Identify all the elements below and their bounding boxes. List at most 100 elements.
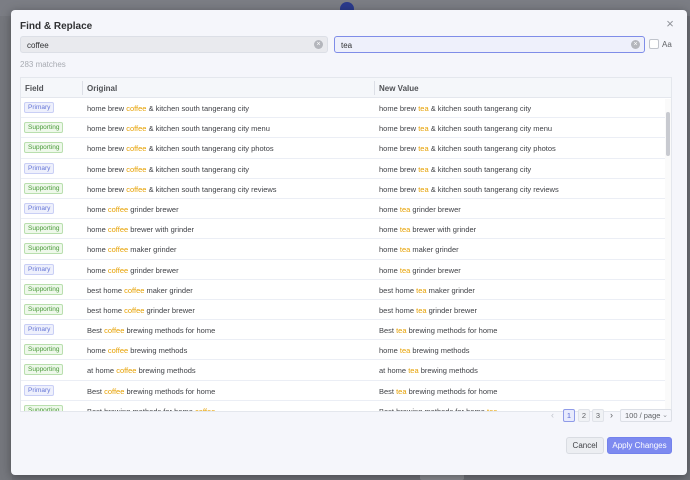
highlighted-term: coffee (104, 386, 125, 396)
table-body: Primary home brew coffee & kitchen south … (21, 98, 671, 412)
page-button-3[interactable]: 3 (592, 409, 604, 422)
text-after: brewing methods for home (406, 386, 498, 396)
field-badge: Supporting (24, 283, 64, 295)
field-cell: Primary (24, 202, 55, 214)
text-after: & kitchen south tangerang city menu (428, 124, 553, 134)
highlighted-term: coffee (107, 245, 129, 255)
highlighted-term: coffee (107, 225, 129, 235)
original-cell: home coffee grinder brewer (87, 205, 179, 214)
text-before: home (87, 204, 108, 214)
highlighted-term: tea (418, 124, 429, 134)
clear-replace-icon[interactable]: × (631, 40, 640, 49)
text-before: at home (87, 366, 117, 376)
text-before: Best (379, 326, 397, 336)
find-input[interactable] (27, 40, 307, 50)
table-row: Primary home brew coffee & kitchen south … (21, 98, 671, 119)
field-badge: Primary (24, 102, 55, 113)
field-badge: Supporting (24, 243, 64, 255)
field-cell: Supporting (24, 223, 64, 235)
table-row: Primary Best coffee brewing methods for h… (21, 320, 671, 341)
text-before: home brew (87, 144, 127, 154)
field-badge: Supporting (24, 182, 64, 194)
text-before: at home (379, 366, 409, 376)
page-button-1[interactable]: 1 (563, 409, 575, 422)
text-after: brewing methods (128, 346, 188, 356)
highlighted-term: tea (416, 305, 427, 315)
match-case-checkbox[interactable] (649, 39, 659, 49)
replace-input[interactable] (341, 40, 621, 50)
close-icon[interactable]: × (664, 17, 676, 30)
field-badge: Primary (24, 162, 55, 174)
field-cell: Supporting (24, 364, 64, 376)
text-before: home (379, 265, 400, 275)
text-before: home (87, 346, 108, 356)
highlighted-term: coffee (126, 124, 147, 134)
text-before: home brew (379, 124, 419, 134)
table-row: Primary home coffee grinder brewer home te… (21, 199, 671, 220)
highlighted-term: coffee (116, 366, 137, 376)
highlighted-term: tea (418, 164, 429, 174)
text-after: & kitchen south tangerang city (146, 164, 250, 174)
text-before: home (379, 346, 400, 356)
field-badge: Primary (24, 324, 55, 336)
field-cell: Supporting (24, 142, 64, 154)
prev-page-icon[interactable]: ‹ (551, 410, 554, 420)
text-after: & kitchen south tangerang city photos (146, 144, 274, 154)
page-size-select[interactable]: 100 / page ⌄ (620, 409, 672, 422)
highlighted-term: coffee (104, 326, 125, 336)
field-badge: Supporting (24, 122, 64, 134)
field-cell: Supporting (24, 243, 64, 255)
text-before: home brew (379, 184, 419, 194)
new-value-cell: home brew tea & kitchen south tangerang … (379, 104, 531, 113)
text-after: & kitchen south tangerang city (428, 104, 532, 113)
text-after: brewing methods (410, 346, 470, 356)
find-replace-dialog: Find & Replace × × × Aa 283 matches Fiel… (11, 10, 687, 475)
original-cell: home brew coffee & kitchen south tangera… (87, 185, 277, 194)
text-after: grinder brewer (128, 204, 179, 214)
text-before: Best (87, 326, 105, 336)
chevron-down-icon: ⌄ (662, 412, 668, 419)
table-row: Supporting home brew coffee & kitchen sou… (21, 138, 671, 159)
table-header: Field Original New Value (21, 78, 671, 98)
highlighted-term: coffee (124, 285, 145, 295)
text-after: brewing methods (136, 366, 196, 376)
table-row: Primary home coffee grinder brewer home te… (21, 260, 671, 280)
new-value-cell: Best brewing methods for home tea (379, 406, 498, 412)
original-cell: best home coffee grinder brewer (87, 306, 195, 315)
highlighted-term: tea (486, 406, 498, 412)
text-before: best home (87, 305, 125, 315)
highlighted-term: coffee (126, 164, 147, 174)
new-value-cell: Best tea brewing methods for home (379, 326, 497, 335)
new-value-cell: best home tea maker grinder (379, 286, 475, 295)
field-cell: Supporting (24, 283, 64, 295)
field-badge: Supporting (24, 364, 64, 376)
text-after: & kitchen south tangerang city reviews (428, 184, 559, 194)
find-field[interactable]: × (20, 36, 328, 53)
field-badge: Supporting (24, 404, 64, 411)
new-value-cell: home brew tea & kitchen south tangerang … (379, 144, 556, 153)
field-cell: Supporting (24, 182, 64, 194)
original-cell: Best coffee brewing methods for home (87, 326, 215, 335)
next-page-icon[interactable]: › (610, 410, 613, 420)
text-before: home brew (379, 164, 419, 174)
highlighted-term: tea (418, 144, 429, 154)
table-row: Supporting home coffee brewing methods hom… (21, 340, 671, 361)
field-badge: Primary (24, 263, 55, 275)
field-badge: Supporting (24, 303, 64, 315)
field-cell: Supporting (24, 122, 64, 134)
highlighted-term: coffee (126, 184, 147, 194)
table-row: Supporting home coffee brewer with grinde… (21, 219, 671, 240)
highlighted-term: tea (396, 326, 407, 336)
text-before: home (379, 225, 400, 235)
new-value-cell: home brew tea & kitchen south tangerang … (379, 165, 531, 174)
scrollbar-thumb[interactable] (666, 112, 670, 156)
cancel-button[interactable]: Cancel (566, 437, 604, 454)
field-badge: Supporting (24, 142, 64, 154)
field-cell: Primary (24, 263, 55, 275)
apply-changes-button[interactable]: Apply Changes (607, 437, 672, 454)
new-value-cell: home brew tea & kitchen south tangerang … (379, 124, 552, 133)
replace-field[interactable]: × (334, 36, 645, 53)
page-button-2[interactable]: 2 (578, 409, 590, 422)
clear-find-icon[interactable]: × (314, 40, 323, 49)
original-cell: home brew coffee & kitchen south tangera… (87, 104, 249, 113)
